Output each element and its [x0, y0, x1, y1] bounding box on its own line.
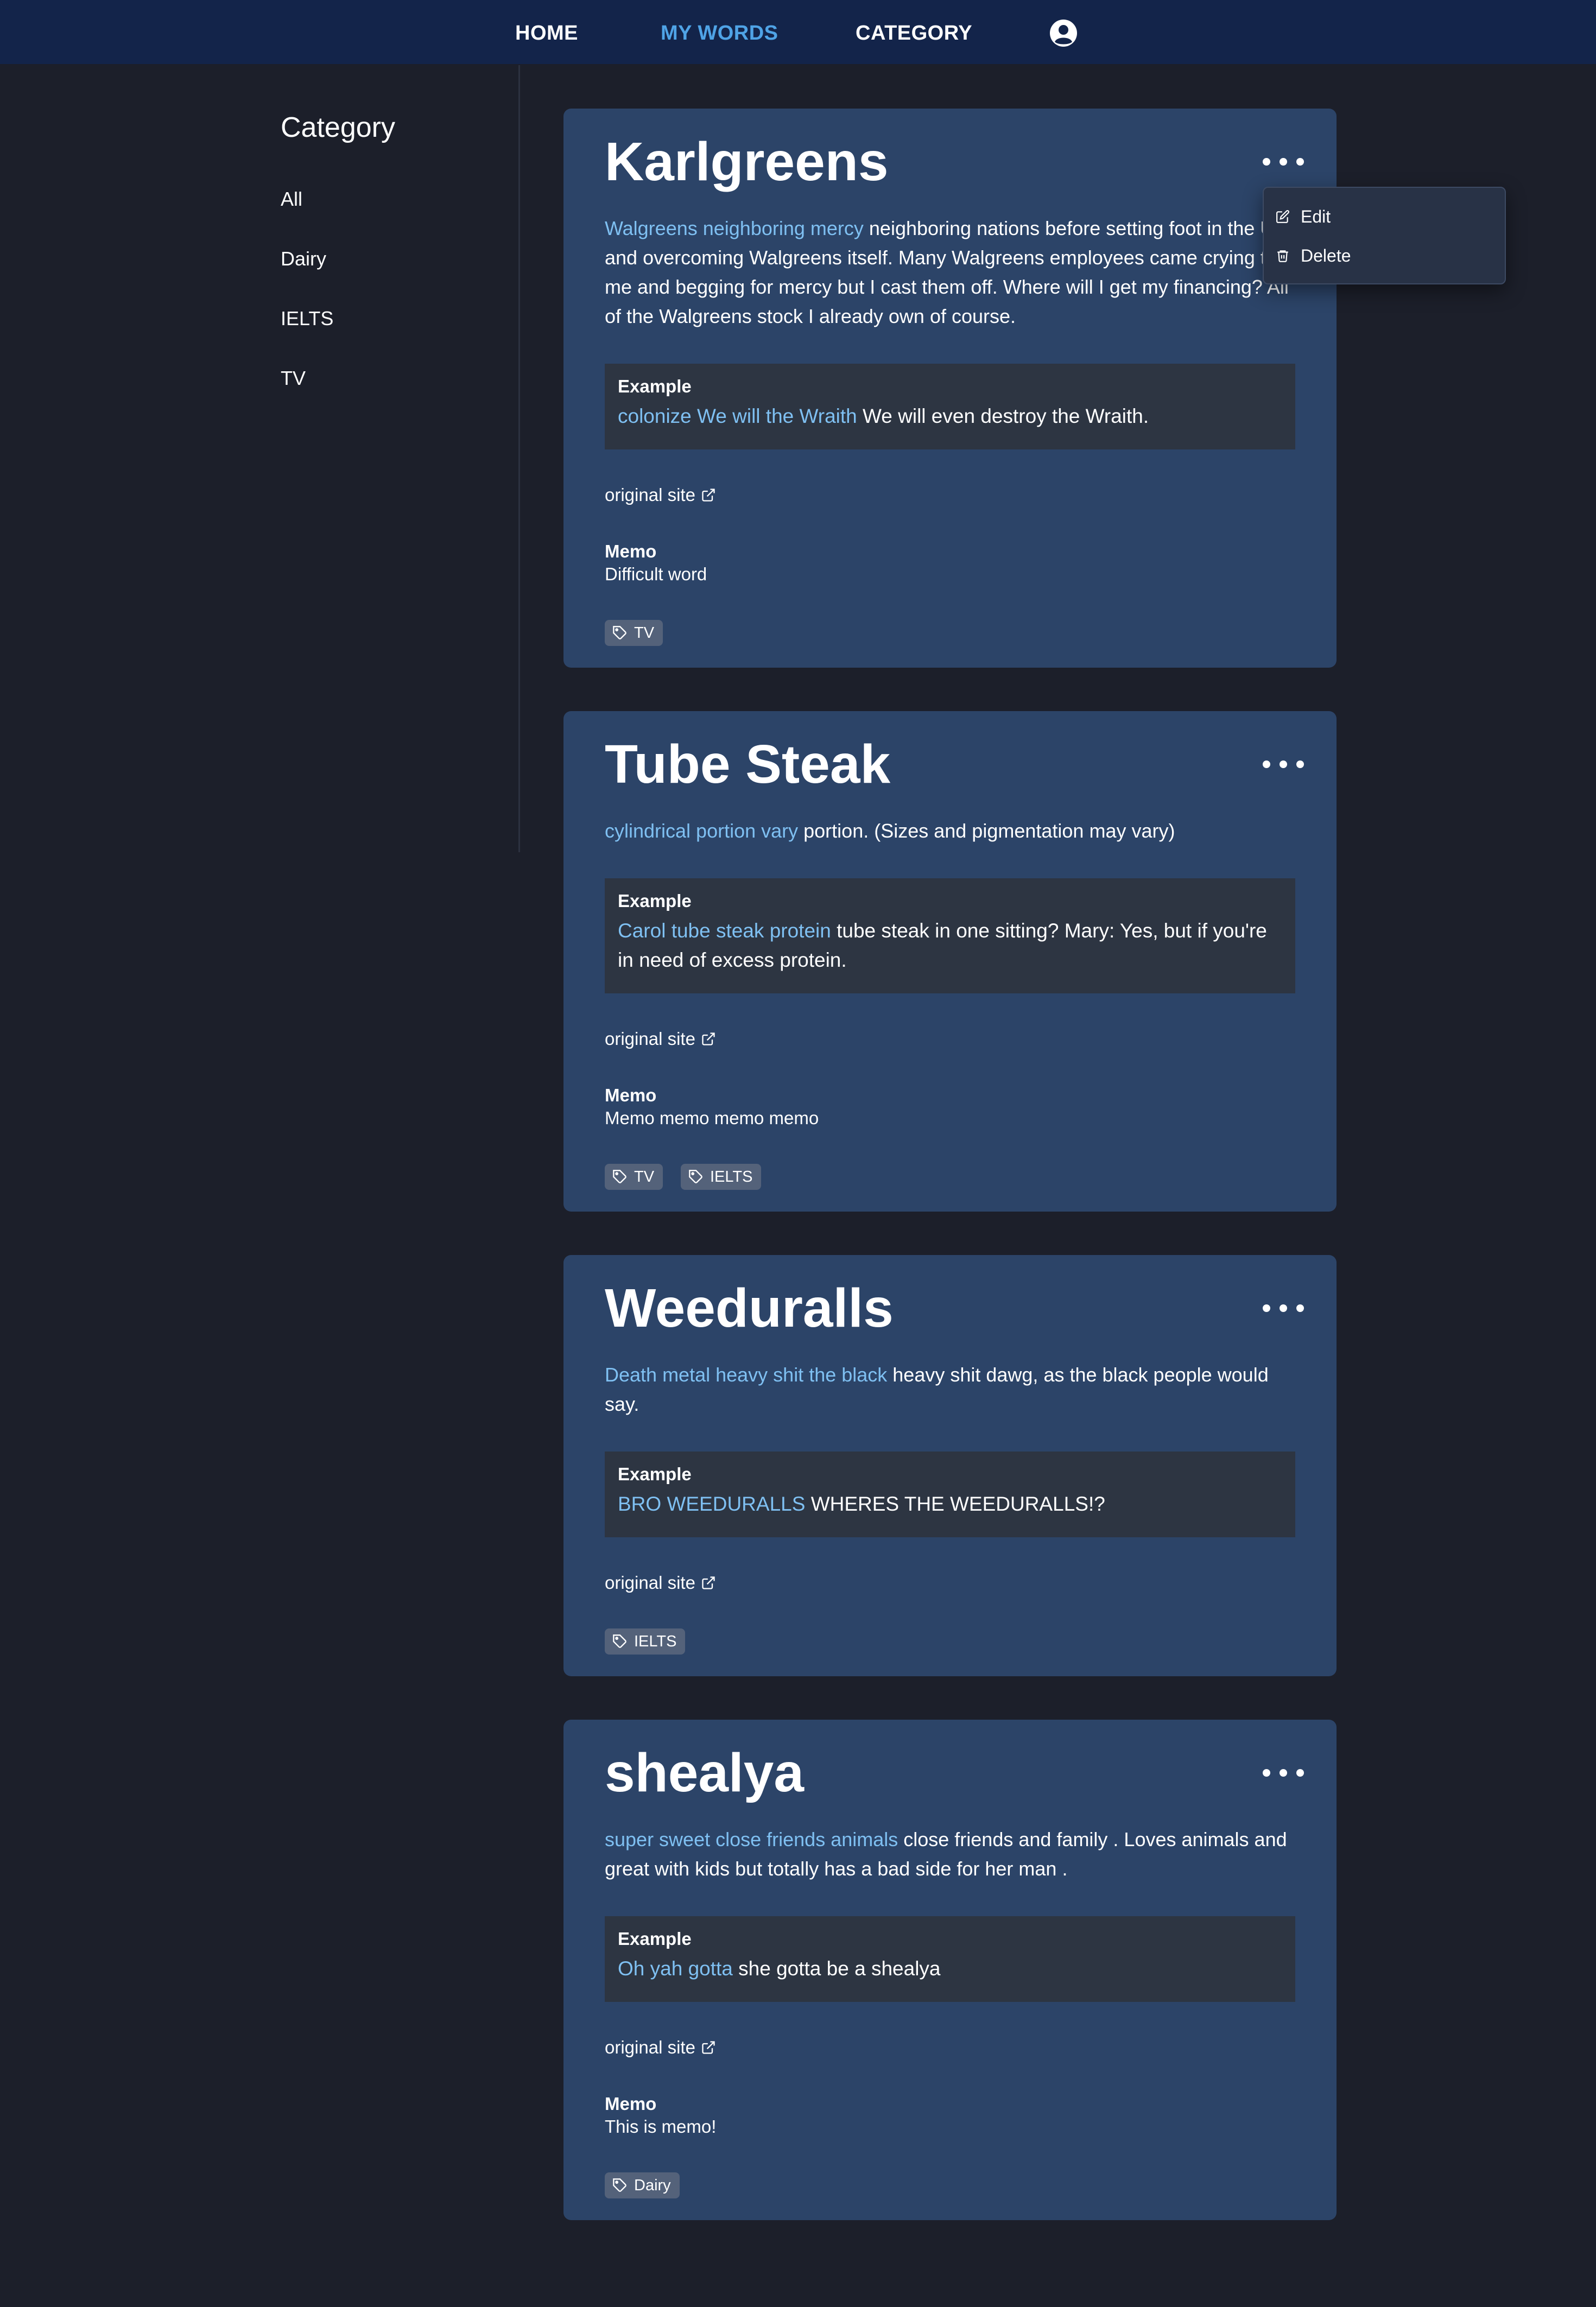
- example-box: Example colonize We will the Wraith We w…: [605, 364, 1295, 449]
- example-text: colonize We will the Wraith We will even…: [618, 402, 1282, 431]
- example-box: Example Oh yah gotta she gotta be a shea…: [605, 1916, 1295, 2002]
- nav-category[interactable]: CATEGORY: [856, 20, 972, 47]
- nav-my-words[interactable]: MY WORDS: [661, 20, 778, 47]
- sidebar-item-ielts[interactable]: IELTS: [281, 305, 333, 332]
- external-link-icon: [702, 1032, 715, 1045]
- example-body: she gotta be a shealya: [732, 1957, 941, 1980]
- tag-label: TV: [634, 624, 655, 642]
- user-circle-icon[interactable]: [1049, 18, 1078, 48]
- tag-ielts[interactable]: IELTS: [681, 1164, 762, 1190]
- example-highlight: Oh yah gotta: [618, 1957, 733, 1980]
- menu-delete-label: Delete: [1301, 246, 1351, 265]
- example-highlight: Carol tube steak protein: [618, 920, 831, 942]
- more-options-icon[interactable]: [1263, 1297, 1304, 1319]
- definition-highlight: Walgreens neighboring mercy: [605, 217, 864, 239]
- nav-home[interactable]: HOME: [515, 20, 578, 47]
- tag-dairy[interactable]: Dairy: [605, 2172, 680, 2198]
- example-label: Example: [618, 376, 692, 396]
- word-definition: super sweet close friends animals close …: [605, 1825, 1305, 1884]
- original-site-link[interactable]: original site: [605, 1027, 716, 1051]
- more-options-icon[interactable]: [1263, 753, 1304, 775]
- tag-ielts[interactable]: IELTS: [605, 1628, 686, 1655]
- menu-edit-label: Edit: [1301, 207, 1331, 226]
- word-title: Tube Steak: [605, 734, 891, 795]
- menu-item-delete[interactable]: Delete: [1276, 242, 1351, 269]
- word-title: Karlgreens: [605, 131, 889, 192]
- memo-label: Memo: [605, 541, 657, 561]
- external-link-icon: [702, 2041, 715, 2054]
- sidebar-item-dairy[interactable]: Dairy: [281, 245, 326, 272]
- tag-label: Dairy: [634, 2176, 671, 2194]
- word-card: Karlgreens Walgreens neighboring mercy n…: [563, 109, 1337, 668]
- word-title: shealya: [605, 1742, 804, 1803]
- trash-icon: [1277, 250, 1288, 262]
- memo-label: Memo: [605, 2094, 657, 2114]
- tag-label: IELTS: [634, 1632, 677, 1650]
- example-highlight: BRO WEEDURALLS: [618, 1493, 806, 1515]
- tag-icon: [689, 1170, 702, 1183]
- external-link-icon: [702, 489, 715, 502]
- sidebar-item-all[interactable]: All: [281, 186, 302, 213]
- example-label: Example: [618, 1929, 692, 1949]
- example-text: Oh yah gotta she gotta be a shealya: [618, 1954, 1282, 1983]
- word-title: Weeduralls: [605, 1278, 894, 1339]
- original-site-label: original site: [605, 1029, 695, 1049]
- tag-icon: [613, 1170, 626, 1183]
- definition-highlight: cylindrical portion vary: [605, 820, 799, 842]
- original-site-link[interactable]: original site: [605, 1571, 716, 1595]
- example-label: Example: [618, 1464, 692, 1484]
- original-site-link[interactable]: original site: [605, 2036, 716, 2059]
- example-text: Carol tube steak protein tube steak in o…: [618, 916, 1282, 975]
- tag-icon: [613, 2178, 626, 2192]
- original-site-label: original site: [605, 1573, 695, 1593]
- definition-highlight: Death metal heavy shit the black: [605, 1364, 888, 1386]
- memo-label: Memo: [605, 1085, 657, 1105]
- menu-item-edit[interactable]: Edit: [1276, 203, 1331, 230]
- tag-label: IELTS: [710, 1168, 753, 1186]
- example-label: Example: [618, 891, 692, 911]
- tag-icon: [613, 626, 626, 639]
- example-highlight: colonize We will the Wraith: [618, 405, 857, 427]
- tag-tv[interactable]: TV: [605, 1164, 663, 1190]
- original-site-link[interactable]: original site: [605, 483, 716, 507]
- sidebar-item-tv[interactable]: TV: [281, 365, 306, 392]
- example-text: BRO WEEDURALLS WHERES THE WEEDURALLS!?: [618, 1490, 1282, 1519]
- example-body: We will even destroy the Wraith.: [857, 405, 1149, 427]
- top-nav: HOME MY WORDS CATEGORY: [0, 0, 1596, 64]
- external-link-icon: [702, 1576, 715, 1589]
- definition-highlight: super sweet close friends animals: [605, 1828, 898, 1850]
- more-options-icon[interactable]: [1263, 1762, 1304, 1784]
- more-options-icon[interactable]: [1263, 151, 1304, 173]
- word-card: Weeduralls Death metal heavy shit the bl…: [563, 1255, 1337, 1676]
- original-site-label: original site: [605, 485, 695, 505]
- edit-icon: [1276, 210, 1289, 223]
- definition-text: portion. (Sizes and pigmentation may var…: [798, 820, 1175, 842]
- word-card: Tube Steak cylindrical portion vary port…: [563, 711, 1337, 1212]
- example-body: WHERES THE WEEDURALLS!?: [805, 1493, 1105, 1515]
- memo-text: Difficult word: [605, 564, 707, 584]
- memo-text: Memo memo memo memo: [605, 1108, 819, 1128]
- sidebar-divider: [518, 65, 520, 852]
- tag-label: TV: [634, 1168, 655, 1186]
- sidebar-title: Category: [281, 112, 395, 143]
- card-options-menu: Edit Delete: [1263, 187, 1506, 284]
- example-box: Example Carol tube steak protein tube st…: [605, 878, 1295, 993]
- tag-icon: [613, 1634, 626, 1648]
- word-definition: Death metal heavy shit the black heavy s…: [605, 1360, 1305, 1419]
- memo-text: This is memo!: [605, 2116, 717, 2137]
- example-box: Example BRO WEEDURALLS WHERES THE WEEDUR…: [605, 1452, 1295, 1537]
- word-card: shealya super sweet close friends animal…: [563, 1720, 1337, 2220]
- word-definition: Walgreens neighboring mercy neighboring …: [605, 214, 1305, 331]
- original-site-label: original site: [605, 2037, 695, 2057]
- word-definition: cylindrical portion vary portion. (Sizes…: [605, 816, 1305, 846]
- tag-tv[interactable]: TV: [605, 620, 663, 646]
